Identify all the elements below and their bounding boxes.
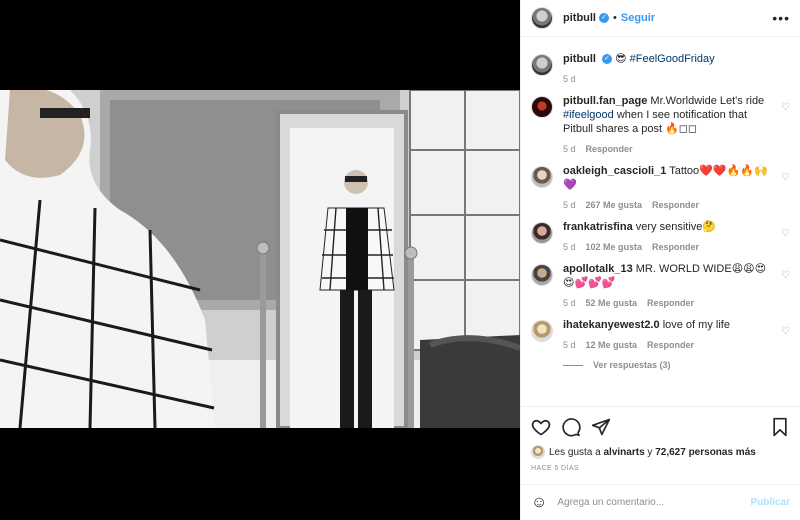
like-comment-heart-icon[interactable]: ♡: [781, 102, 790, 113]
likes-summary: Les gusta a alvinarts y 72,627 personas …: [531, 445, 790, 459]
author-username[interactable]: pitbull: [563, 12, 596, 24]
comment-text: love of my life: [662, 319, 730, 331]
comment-username[interactable]: frankatrisfina: [563, 221, 633, 233]
comment: oakleigh_cascioli_1 Tattoo❤️❤️🔥🔥🙌💜 5 d 2…: [521, 156, 800, 212]
post-actions: Les gusta a alvinarts y 72,627 personas …: [521, 406, 800, 472]
view-replies-label: Ver respuestas (3): [593, 360, 671, 370]
reply-button[interactable]: Responder: [652, 240, 699, 254]
likes-count[interactable]: 72,627 personas más: [655, 447, 756, 458]
commenter-avatar[interactable]: [531, 96, 553, 118]
comment-likes[interactable]: 52 Me gusta: [586, 296, 638, 310]
caption-emoji: 😎: [615, 53, 627, 65]
more-options-icon[interactable]: •••: [772, 10, 790, 26]
liker-username[interactable]: alvinarts: [604, 447, 645, 458]
comment-text: Mr.Worldwide Let's ride: [650, 95, 765, 107]
author-avatar[interactable]: [531, 7, 553, 29]
comment-input[interactable]: [557, 497, 751, 508]
replies-divider: [563, 364, 583, 366]
like-comment-heart-icon[interactable]: ♡: [781, 228, 790, 239]
add-comment-bar: ☺ Publicar: [521, 484, 800, 520]
commenter-avatar[interactable]: [531, 222, 553, 244]
follow-button[interactable]: Seguir: [621, 12, 655, 24]
likes-middle: y: [647, 446, 653, 458]
like-comment-heart-icon[interactable]: ♡: [781, 326, 790, 337]
comment: apollotalk_13 MR. WORLD WIDE😩😩😍😍💕💕💕 5 d …: [521, 254, 800, 310]
save-bookmark-icon[interactable]: [770, 417, 790, 437]
comment-username[interactable]: oakleigh_cascioli_1: [563, 165, 666, 177]
likes-prefix: Les gusta a: [549, 446, 601, 458]
separator-dot: •: [613, 12, 617, 24]
comment-text: very sensitive🤔: [635, 221, 717, 233]
comment-time[interactable]: 5 d: [563, 338, 576, 352]
verified-badge-icon: ✓: [599, 13, 609, 23]
comment-likes[interactable]: 102 Me gusta: [586, 240, 643, 254]
comment: frankatrisfina very sensitive🤔 5 d 102 M…: [521, 212, 800, 254]
caption-hashtag[interactable]: #FeelGoodFriday: [630, 53, 715, 65]
caption-time[interactable]: 5 d: [563, 72, 576, 86]
like-comment-heart-icon[interactable]: ♡: [781, 270, 790, 281]
verified-badge-icon: ✓: [602, 54, 613, 65]
comment-time[interactable]: 5 d: [563, 198, 576, 212]
commenter-avatar[interactable]: [531, 166, 553, 188]
commenter-avatar[interactable]: [531, 320, 553, 342]
reply-button[interactable]: Responder: [586, 142, 633, 156]
caption: pitbull ✓ 😎 #FeelGoodFriday 5 d: [521, 44, 800, 86]
liker-avatar[interactable]: [531, 445, 545, 459]
commenter-avatar[interactable]: [531, 264, 553, 286]
comment-username[interactable]: apollotalk_13: [563, 263, 633, 275]
comment-likes[interactable]: 267 Me gusta: [586, 198, 643, 212]
comment-likes[interactable]: 12 Me gusta: [586, 338, 638, 352]
reply-button[interactable]: Responder: [652, 198, 699, 212]
publish-button[interactable]: Publicar: [751, 497, 790, 508]
photo-pane: [0, 0, 520, 520]
comment-time[interactable]: 5 d: [563, 296, 576, 310]
comment: ihatekanyewest2.0 love of my life 5 d 12…: [521, 310, 800, 352]
post-photo[interactable]: [0, 90, 520, 428]
post-photo-illustration: [0, 90, 520, 428]
emoji-icon[interactable]: ☺: [531, 494, 547, 512]
comment-time[interactable]: 5 d: [563, 142, 576, 156]
comment-time[interactable]: 5 d: [563, 240, 576, 254]
like-heart-icon[interactable]: [531, 417, 551, 437]
post-sidebar: pitbull ✓ • Seguir ••• pitbull ✓ 😎 #Feel…: [520, 0, 800, 520]
reply-button[interactable]: Responder: [647, 296, 694, 310]
comment-username[interactable]: pitbull.fan_page: [563, 95, 647, 107]
comments-list: pitbull ✓ 😎 #FeelGoodFriday 5 d pitbull.…: [521, 44, 800, 404]
comment-hashtag[interactable]: #ifeelgood: [563, 109, 614, 121]
comment: pitbull.fan_page Mr.Worldwide Let's ride…: [521, 86, 800, 156]
post-header: pitbull ✓ • Seguir •••: [521, 0, 800, 37]
like-comment-heart-icon[interactable]: ♡: [781, 172, 790, 183]
reply-button[interactable]: Responder: [647, 338, 694, 352]
view-replies-button[interactable]: Ver respuestas (3): [521, 360, 800, 370]
comment-username[interactable]: ihatekanyewest2.0: [563, 319, 660, 331]
comment-bubble-icon[interactable]: [561, 417, 581, 437]
share-send-icon[interactable]: [591, 417, 611, 437]
author-avatar[interactable]: [531, 54, 553, 76]
post-time-ago[interactable]: HACE 5 DÍAS: [531, 465, 790, 472]
caption-username[interactable]: pitbull: [563, 53, 596, 65]
